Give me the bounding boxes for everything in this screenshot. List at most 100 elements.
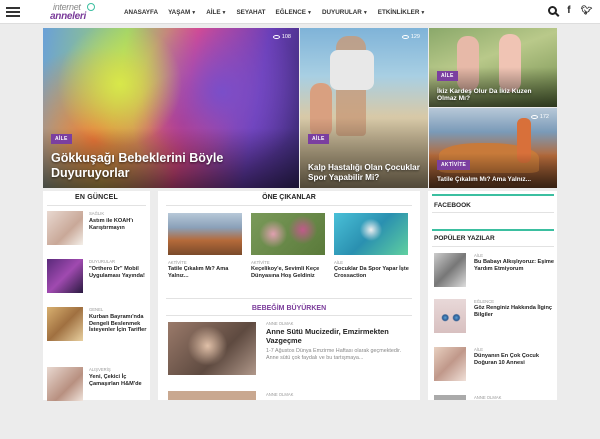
item-category[interactable]: ANNE OLMAK (474, 395, 501, 400)
thumbnail-image[interactable] (47, 367, 83, 401)
hero-tile-3[interactable]: AİLE İkiz Kardeş Olur Da İkiz Kuzen Olma… (429, 28, 557, 107)
menu-icon[interactable] (6, 7, 20, 17)
section-title: BEBEĞİM BÜYÜRKEN (251, 305, 327, 312)
widget-title: POPÜLER YAZILAR (434, 235, 495, 242)
view-count: 172 (530, 114, 549, 120)
card-category[interactable]: AKTİVİTE (168, 260, 187, 265)
view-count: 129 (401, 34, 420, 40)
nav-item-duyurular[interactable]: DUYURULAR▼ (322, 9, 368, 16)
thumbnail-image[interactable] (434, 347, 466, 381)
item-title[interactable]: Yeni, Çekici İç Çamaşırları H&M'de (89, 374, 147, 387)
facebook-widget[interactable]: FACEBOOK (432, 194, 554, 216)
featured-card[interactable]: AİLE Çocuklar Da Spor Yapar İşte Crossac… (334, 213, 410, 283)
card-category[interactable]: AKTİVİTE (251, 260, 270, 265)
caret-down-icon: ▼ (191, 9, 197, 16)
item-title[interactable]: "Orthero Dr" Mobil Uygulaması Yayında! (89, 266, 147, 279)
hero-title[interactable]: Gökkuşağı Bebeklerini Böyle Duyuruyorlar (51, 151, 293, 180)
site-logo[interactable]: internet anneleri (50, 1, 102, 23)
item-category[interactable]: ALIŞVERİŞ (89, 367, 111, 372)
header-icons: f 🐦︎ (538, 5, 592, 16)
category-badge[interactable]: AİLE (308, 134, 329, 144)
widget-title: FACEBOOK (434, 202, 471, 209)
hero-title[interactable]: Kalp Hastalığı Olan Çocuklar Spor Yapabi… (308, 163, 422, 182)
item-category[interactable]: AİLE (474, 253, 483, 258)
popular-widget: POPÜLER YAZILAR (432, 229, 554, 247)
sidebar: FACEBOOK POPÜLER YAZILAR AİLE Bu Babayı … (428, 191, 557, 400)
en-guncel-column: EN GÜNCEL SAĞLIK Astım ile KOAH'ı Karışt… (43, 191, 150, 401)
card-image[interactable] (251, 213, 325, 255)
top-bar: internet anneleri ANASAYFA YAŞAM▼ AİLE▼ … (0, 0, 600, 24)
card-image[interactable] (168, 213, 242, 255)
nav-item-yasam[interactable]: YAŞAM▼ (168, 9, 196, 16)
search-icon[interactable] (548, 6, 558, 15)
category-badge[interactable]: AKTİVİTE (437, 160, 471, 170)
list-item[interactable]: AİLE Bu Babayı Alkışlıyoruz: Eşime Yardı… (432, 253, 554, 297)
list-item[interactable]: DUYURULAR "Orthero Dr" Mobil Uygulaması … (47, 259, 147, 307)
list-item[interactable]: EĞLENCE Göz Renginiz Hakkında İlginç Bil… (432, 299, 554, 343)
thumbnail-image[interactable] (47, 211, 83, 245)
card-category[interactable]: AİLE (334, 260, 343, 265)
hero-tile-4[interactable]: 172 AKTİVİTE Tatile Çıkalım Mı? Ama Yaln… (429, 108, 557, 188)
nav-item-anasayfa[interactable]: ANASAYFA (124, 9, 158, 16)
caret-down-icon: ▼ (362, 9, 368, 16)
caret-down-icon: ▼ (221, 9, 227, 16)
eye-icon (401, 34, 409, 39)
card-title[interactable]: Çocuklar Da Spor Yapar İşte Crossaction (334, 266, 410, 279)
logo-ring-icon (87, 3, 95, 11)
hero-grid: 108 AİLE Gökkuşağı Bebeklerini Böyle Duy… (43, 28, 557, 188)
section-title: ÖNE ÇIKANLAR (262, 194, 316, 201)
category-badge[interactable]: AİLE (51, 134, 72, 144)
article-image[interactable] (168, 322, 256, 375)
item-category[interactable]: DUYURULAR (89, 259, 115, 264)
hero-title[interactable]: Tatile Çıkalım Mı? Ama Yalnız... (437, 176, 551, 183)
list-item[interactable]: SAĞLIK Astım ile KOAH'ı Karıştırmayın (47, 211, 147, 259)
caret-down-icon: ▼ (306, 9, 312, 16)
card-title[interactable]: Keçelikoy'e, Sevimli Keçe Dünyasına Hoş … (251, 266, 327, 279)
hero-title[interactable]: İkiz Kardeş Olur Da İkiz Kuzen Olmaz Mı? (437, 88, 551, 103)
thumbnail-image[interactable] (434, 395, 466, 400)
item-title[interactable]: Dünyanın En Çok Çocuk Doğuran 10 Annesi (474, 353, 554, 367)
item-category[interactable]: GENEL (89, 307, 103, 312)
item-title[interactable]: Kurban Bayramı'nda Dengeli Beslenmek İst… (89, 314, 147, 334)
featured-card[interactable]: AKTİVİTE Tatile Çıkalım Mı? Ama Yalnız..… (168, 213, 244, 283)
item-title[interactable]: Göz Renginiz Hakkında İlginç Bilgiler (474, 305, 554, 319)
facebook-icon[interactable]: f (567, 5, 570, 16)
eye-icon (530, 114, 538, 119)
thumbnail-image[interactable] (434, 253, 466, 287)
hero-tile-main[interactable]: 108 AİLE Gökkuşağı Bebeklerini Böyle Duy… (43, 28, 299, 188)
hero-tile-2[interactable]: 129 AİLE Kalp Hastalığı Olan Çocuklar Sp… (300, 28, 428, 188)
list-item[interactable]: GENEL Kurban Bayramı'nda Dengeli Beslenm… (47, 307, 147, 355)
list-item[interactable]: ALIŞVERİŞ Yeni, Çekici İç Çamaşırları H&… (47, 367, 147, 415)
thumbnail-image[interactable] (434, 299, 466, 333)
nav-item-aile[interactable]: AİLE▼ (206, 9, 226, 16)
category-badge[interactable]: AİLE (437, 71, 458, 81)
twitter-icon[interactable]: 🐦︎ (581, 5, 592, 16)
one-cikanlar-column: ÖNE ÇIKANLAR AKTİVİTE Tatile Çıkalım Mı?… (158, 191, 420, 400)
list-item[interactable]: ANNE OLMAK (432, 395, 554, 439)
featured-card[interactable]: AKTİVİTE Keçelikoy'e, Sevimli Keçe Dünya… (251, 213, 327, 283)
thumbnail-image[interactable] (47, 259, 83, 293)
thumbnail-image[interactable] (47, 307, 83, 341)
nav-item-seyahat[interactable]: SEYAHAT (236, 9, 265, 16)
item-category[interactable]: EĞLENCE (474, 299, 494, 304)
article-title[interactable]: Anne Sütü Mucizedir, Emzirmekten Vazgeçm… (266, 327, 414, 346)
article-category[interactable]: ANNE OLMAK (266, 392, 293, 397)
card-title[interactable]: Tatile Çıkalım Mı? Ama Yalnız... (168, 266, 244, 279)
main-nav: ANASAYFA YAŞAM▼ AİLE▼ SEYAHAT EĞLENCE▼ D… (124, 0, 435, 24)
card-image[interactable] (334, 213, 408, 255)
article-excerpt: 1-7 Ağustos Dünya Emzirme Haftası olarak… (266, 348, 402, 362)
caret-down-icon: ▼ (420, 9, 426, 16)
logo-text-bottom: anneleri (50, 11, 86, 22)
article-category[interactable]: ANNE OLMAK (266, 321, 293, 326)
view-count: 108 (272, 34, 291, 40)
eye-icon (272, 34, 280, 39)
list-item[interactable]: AİLE Dünyanın En Çok Çocuk Doğuran 10 An… (432, 347, 554, 391)
article-image[interactable] (168, 391, 256, 400)
item-category[interactable]: SAĞLIK (89, 211, 104, 216)
nav-item-etkinlikler[interactable]: ETKİNLİKLER▼ (378, 9, 426, 16)
item-title[interactable]: Astım ile KOAH'ı Karıştırmayın (89, 218, 147, 231)
section-title: EN GÜNCEL (74, 194, 119, 201)
nav-item-eglence[interactable]: EĞLENCE▼ (276, 9, 312, 16)
item-category[interactable]: AİLE (474, 347, 483, 352)
item-title[interactable]: Bu Babayı Alkışlıyoruz: Eşime Yardım Etm… (474, 259, 554, 273)
